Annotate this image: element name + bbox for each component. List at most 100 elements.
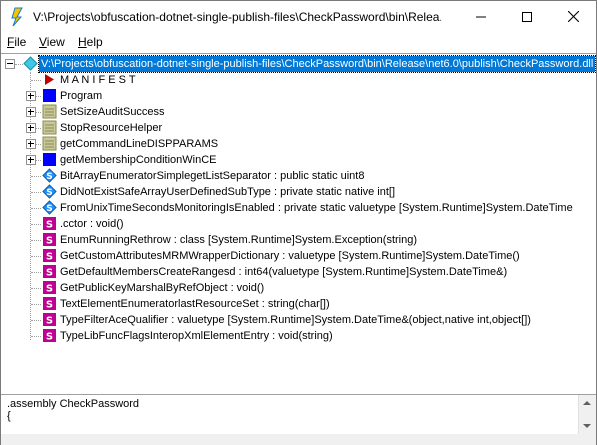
method-icon: S (43, 249, 56, 263)
ildasm-icon (11, 7, 23, 27)
menu-file[interactable]: File (7, 35, 26, 49)
tree-connector (31, 192, 41, 193)
tree-item[interactable]: S TypeFilterAceQualifier : valuetype [Sys… (1, 312, 596, 328)
class-icon (43, 153, 56, 166)
svg-text:S: S (46, 188, 52, 198)
field-icon: S (42, 200, 57, 215)
status-bar (1, 434, 596, 445)
svg-text:S: S (46, 252, 53, 263)
vertical-scrollbar[interactable] (578, 395, 596, 435)
tree-connector (15, 64, 23, 65)
scroll-up-icon[interactable] (583, 401, 591, 405)
method-icon: S (43, 233, 56, 247)
tree-connector (31, 176, 41, 177)
tree-connector (31, 208, 41, 209)
enum-class-icon (42, 120, 57, 135)
tree-item-label[interactable]: TypeFilterAceQualifier : valuetype [Syst… (60, 312, 531, 328)
tree-item[interactable]: Program (1, 88, 596, 104)
tree-item-label[interactable]: GetDefaultMembersCreateRangesd : int64(v… (60, 264, 507, 280)
tree-item[interactable]: getMembershipConditionWinCE (1, 152, 596, 168)
tree-item-label[interactable]: BitArrayEnumeratorSimplegetListSeparator… (60, 168, 364, 184)
tree-item[interactable]: S BitArrayEnumeratorSimplegetListSeparato… (1, 168, 596, 184)
expand-icon[interactable] (26, 155, 36, 165)
close-icon (567, 11, 579, 22)
window-title: V:\Projects\obfuscation-dotnet-single-pu… (33, 10, 441, 24)
disassembly-line-2: { (7, 410, 11, 422)
menu-bar: File View Help (1, 32, 596, 52)
disassembly-text: .assembly CheckPassword { (7, 398, 139, 422)
tree-item[interactable]: S GetDefaultMembersCreateRangesd : int64(… (1, 264, 596, 280)
enum-class-icon (42, 136, 57, 151)
tree-item[interactable]: S .cctor : void() (1, 216, 596, 232)
tree-root-label[interactable]: V:\Projects\obfuscation-dotnet-single-pu… (37, 55, 597, 73)
expand-icon[interactable] (26, 123, 36, 133)
class-icon (43, 89, 56, 102)
tree-item-label[interactable]: FromUnixTimeSecondsMonitoringIsEnabled :… (60, 200, 573, 216)
tree-item-label[interactable]: Program (60, 88, 102, 104)
menu-help[interactable]: Help (78, 35, 103, 49)
tree-connector (31, 304, 41, 305)
maximize-button[interactable] (504, 1, 550, 32)
tree-connector (31, 240, 41, 241)
tree-item-label[interactable]: getMembershipConditionWinCE (60, 152, 217, 168)
tree-item-label[interactable]: StopResourceHelper (60, 120, 162, 136)
disassembly-pane[interactable]: .assembly CheckPassword { (1, 394, 596, 435)
method-icon: S (43, 313, 56, 327)
expand-icon[interactable] (26, 91, 36, 101)
tree-item[interactable]: S GetCustomAttributesMRMWrapperDictionary… (1, 248, 596, 264)
tree-connector (31, 272, 41, 273)
assembly-icon (23, 56, 38, 71)
tree-item[interactable]: SetSizeAuditSuccess (1, 104, 596, 120)
tree-item[interactable]: getCommandLineDISPPARAMS (1, 136, 596, 152)
svg-text:S: S (46, 316, 53, 327)
expand-icon[interactable] (26, 107, 36, 117)
manifest-icon (45, 74, 54, 85)
tree-item-label[interactable]: M A N I F E S T (60, 72, 136, 88)
tree-item[interactable]: S GetPublicKeyMarshalByRefObject : void() (1, 280, 596, 296)
tree-connector (31, 288, 41, 289)
tree-view[interactable]: V:\Projects\obfuscation-dotnet-single-pu… (1, 53, 597, 392)
svg-text:S: S (46, 284, 53, 295)
tree-connector (31, 320, 41, 321)
minimize-icon (476, 16, 486, 17)
method-icon: S (43, 297, 56, 311)
tree-item[interactable]: StopResourceHelper (1, 120, 596, 136)
collapse-icon[interactable] (5, 59, 15, 69)
svg-text:S: S (46, 220, 53, 231)
tree-item[interactable]: S EnumRunningRethrow : class [System.Runt… (1, 232, 596, 248)
app-window: V:\Projects\obfuscation-dotnet-single-pu… (0, 0, 597, 445)
title-bar[interactable]: V:\Projects\obfuscation-dotnet-single-pu… (1, 1, 596, 32)
field-icon: S (42, 168, 57, 183)
enum-class-icon (42, 104, 57, 119)
tree-item[interactable]: S TypeLibFuncFlagsInteropXmlElementEntry … (1, 328, 596, 344)
svg-text:S: S (46, 172, 52, 182)
minimize-button[interactable] (458, 1, 504, 32)
tree-item-label[interactable]: TypeLibFuncFlagsInteropXmlElementEntry :… (60, 328, 333, 344)
method-icon: S (43, 329, 56, 343)
svg-text:S: S (46, 236, 53, 247)
tree-item-label[interactable]: TextElementEnumeratorlastResourceSet : s… (60, 296, 330, 312)
tree-item[interactable]: S TextElementEnumeratorlastResourceSet : … (1, 296, 596, 312)
tree-item-label[interactable]: GetPublicKeyMarshalByRefObject : void() (60, 280, 264, 296)
tree-item[interactable]: M A N I F E S T (1, 72, 596, 88)
tree-item-label[interactable]: GetCustomAttributesMRMWrapperDictionary … (60, 248, 520, 264)
tree-item[interactable]: S DidNotExistSafeArrayUserDefinedSubType … (1, 184, 596, 200)
tree-item-label[interactable]: DidNotExistSafeArrayUserDefinedSubType :… (60, 184, 395, 200)
method-icon: S (43, 217, 56, 231)
menu-view[interactable]: View (39, 35, 65, 49)
tree-item-label[interactable]: getCommandLineDISPPARAMS (60, 136, 218, 152)
tree-connector (31, 336, 41, 337)
field-icon: S (42, 184, 57, 199)
tree-item-label[interactable]: SetSizeAuditSuccess (60, 104, 165, 120)
tree-connector (31, 256, 41, 257)
close-button[interactable] (550, 1, 596, 32)
svg-text:S: S (46, 300, 53, 311)
scroll-down-icon[interactable] (583, 424, 591, 428)
method-icon: S (43, 281, 56, 295)
tree-root-row[interactable]: V:\Projects\obfuscation-dotnet-single-pu… (1, 55, 597, 73)
expand-icon[interactable] (26, 139, 36, 149)
tree-item-label[interactable]: .cctor : void() (60, 216, 124, 232)
tree-item-label[interactable]: EnumRunningRethrow : class [System.Runti… (60, 232, 417, 248)
svg-text:S: S (46, 204, 52, 214)
tree-item[interactable]: S FromUnixTimeSecondsMonitoringIsEnabled … (1, 200, 596, 216)
